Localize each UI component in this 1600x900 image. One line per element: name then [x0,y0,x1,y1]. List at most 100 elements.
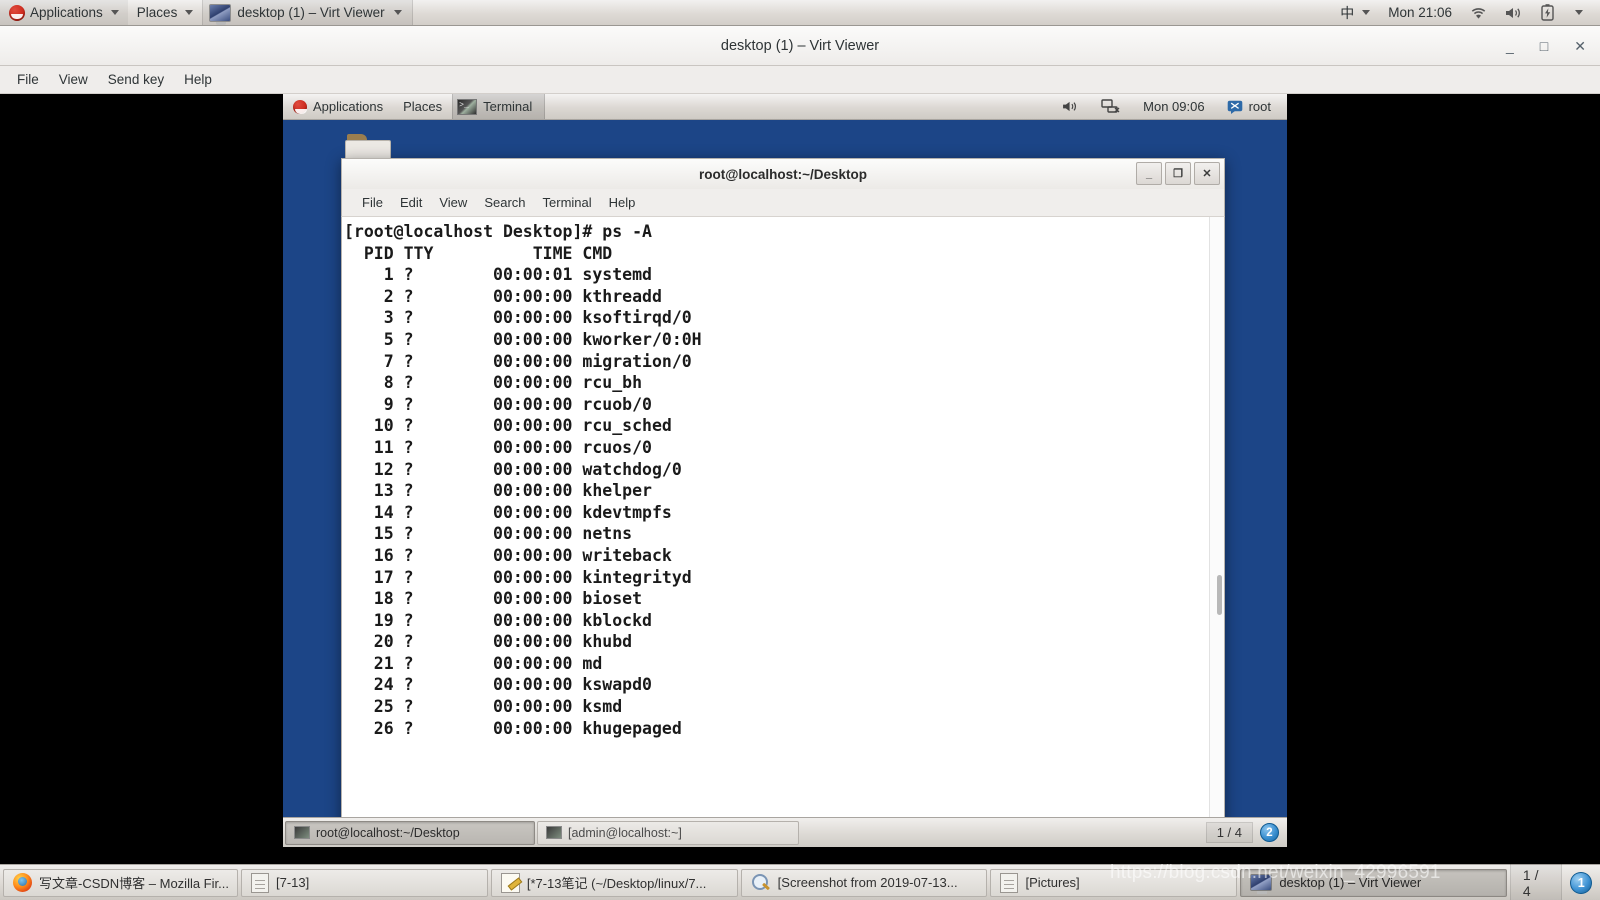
battery-glyph [1541,4,1554,21]
maximize-button[interactable]: □ [1540,39,1548,53]
file-manager-icon [1000,872,1019,893]
monitor-icon [1250,874,1273,894]
terminal-window-controls: _ ❐ ✕ [1136,162,1220,185]
virt-viewer-window-controls: _ □ ✕ [1506,26,1586,66]
vm-network-disconnected-icon[interactable] [1091,94,1131,119]
volume-glyph [1063,101,1077,112]
host-taskbar-item-7-13[interactable]: [7-13] [241,868,488,897]
host-system-menu[interactable] [1563,0,1592,25]
chevron-down-icon [1362,10,1371,15]
terminal-titlebar: root@localhost:~/Desktop _ ❐ ✕ [341,158,1225,189]
terminal-menubar: File Edit View Search Terminal Help [341,189,1225,217]
terminal-minimize-button[interactable]: _ [1136,162,1162,185]
vm-workspace-count: 1 / 4 [1205,822,1253,843]
places-menu[interactable]: Places [128,0,203,25]
menu-item-view[interactable]: View [50,68,97,91]
terminal-menu-file[interactable]: File [354,191,391,214]
vm-taskbar-item-terminal-admin[interactable]: [admin@localhost:~] [537,820,799,845]
chevron-down-icon [1575,10,1583,15]
terminal-output[interactable]: [root@localhost Desktop]# ps -A PID TTY … [342,217,1209,834]
chevron-down-icon [185,10,194,15]
terminal-icon [457,98,478,115]
host-panel-status-area: 中 Mon 21:06 [1331,0,1600,25]
terminal-close-button[interactable]: ✕ [1194,162,1220,185]
volume-icon[interactable] [1496,0,1532,25]
vm-applications-label: Applications [313,99,384,114]
menu-item-help[interactable]: Help [175,68,221,91]
terminal-maximize-button[interactable]: ❐ [1165,162,1191,185]
menu-item-file[interactable]: File [8,68,48,91]
vm-taskbar-item-label: [admin@localhost:~] [568,825,682,840]
monitor-icon [209,3,232,25]
places-menu-label: Places [136,5,178,20]
volume-glyph [1506,7,1520,18]
menu-item-send-key[interactable]: Send key [99,68,173,91]
network-glyph [1101,99,1120,113]
terminal-menu-search[interactable]: Search [476,191,533,214]
user-chat-icon [1227,100,1242,114]
host-taskbar-item-label: [Screenshot from 2019-07-13... [777,875,958,890]
vm-workspace-badge[interactable]: 2 [1260,823,1279,842]
virt-viewer-title: desktop (1) – Virt Viewer [720,37,880,54]
vm-window-task-terminal[interactable]: Terminal [452,94,546,119]
redhat-logo-icon [9,4,25,21]
vm-user-menu[interactable]: root [1217,94,1281,119]
terminal-menu-edit[interactable]: Edit [392,191,430,214]
terminal-menu-view[interactable]: View [431,191,475,214]
vm-taskbar-item-label: root@localhost:~/Desktop [316,825,460,840]
vm-window-task-label: Terminal [483,99,533,114]
host-bottom-taskbar: 写文章-CSDN博客 – Mozilla Fir... [7-13] [*7-1… [0,862,1600,900]
applications-menu-label: Applications [30,5,103,20]
terminal-body[interactable]: [root@localhost Desktop]# ps -A PID TTY … [341,217,1225,835]
terminal-title: root@localhost:~/Desktop [698,166,868,182]
host-panel-left: Applications Places desktop (1) – Virt V… [0,0,413,25]
vm-top-panel: Applications Places Terminal [283,94,1287,120]
vm-clock[interactable]: Mon 09:06 [1133,94,1214,119]
firefox-icon [13,873,32,892]
input-method-label: 中 [1340,4,1355,21]
host-window-task-virt-viewer[interactable]: desktop (1) – Virt Viewer [202,0,413,25]
text-editor-icon [500,872,520,893]
vm-places-menu[interactable]: Places [393,94,452,119]
host-taskbar-item-firefox[interactable]: 写文章-CSDN博客 – Mozilla Fir... [3,868,238,897]
wifi-icon[interactable] [1461,0,1496,25]
virt-viewer-menubar: File View Send key Help [0,66,1600,94]
file-manager-icon [251,872,269,893]
redhat-logo-icon [293,99,307,114]
host-taskbar-item-label: 写文章-CSDN博客 – Mozilla Fir... [39,876,229,891]
host-taskbar-item-virt-viewer[interactable]: desktop (1) – Virt Viewer [1240,868,1507,897]
vm-viewport[interactable]: Applications Places Terminal [283,94,1287,847]
battery-icon[interactable] [1532,0,1563,25]
host-window-task-label: desktop (1) – Virt Viewer [237,5,385,20]
host-taskbar-item-pictures[interactable]: [Pictures] [990,868,1238,897]
input-method-indicator[interactable]: 中 [1331,0,1379,25]
host-taskbar-item-notes[interactable]: [*7-13笔记 (~/Desktop/linux/7... [490,868,738,897]
close-button[interactable]: ✕ [1574,39,1586,53]
vm-volume-icon[interactable] [1052,94,1089,119]
vm-taskbar-item-terminal-root[interactable]: root@localhost:~/Desktop [285,820,535,845]
vm-user-label: root [1248,99,1271,114]
terminal-menu-help[interactable]: Help [601,191,644,214]
vm-places-label: Places [403,99,443,114]
host-clock[interactable]: Mon 21:06 [1379,0,1461,25]
host-taskbar-item-label: desktop (1) – Virt Viewer [1279,875,1422,890]
vm-workspace-switcher[interactable]: 1 / 4 2 [1205,822,1285,843]
applications-menu[interactable]: Applications [0,0,128,25]
chevron-down-icon [393,10,402,15]
terminal-icon [294,826,310,839]
vm-bottom-taskbar: root@localhost:~/Desktop [admin@localhos… [283,817,1287,847]
host-taskbar-item-label: [Pictures] [1025,875,1080,890]
host-workspace-switcher[interactable]: 1 / 4 1 [1509,862,1597,900]
minimize-button[interactable]: _ [1506,39,1514,53]
virt-viewer-titlebar: desktop (1) – Virt Viewer _ □ ✕ [0,26,1600,66]
scrollbar-thumb[interactable] [1217,575,1222,615]
terminal-window[interactable]: root@localhost:~/Desktop _ ❐ ✕ File Edit… [341,158,1225,836]
terminal-menu-terminal[interactable]: Terminal [535,191,600,214]
host-workspace-badge[interactable]: 1 [1570,871,1592,894]
terminal-scrollbar[interactable] [1209,217,1224,834]
vm-applications-menu[interactable]: Applications [283,94,393,119]
host-taskbar-item-screenshot[interactable]: [Screenshot from 2019-07-13... [740,868,988,897]
vm-panel-status-area: Mon 09:06 root [1052,94,1287,119]
wifi-glyph [1471,7,1486,19]
host-clock-label: Mon 21:06 [1388,5,1452,20]
